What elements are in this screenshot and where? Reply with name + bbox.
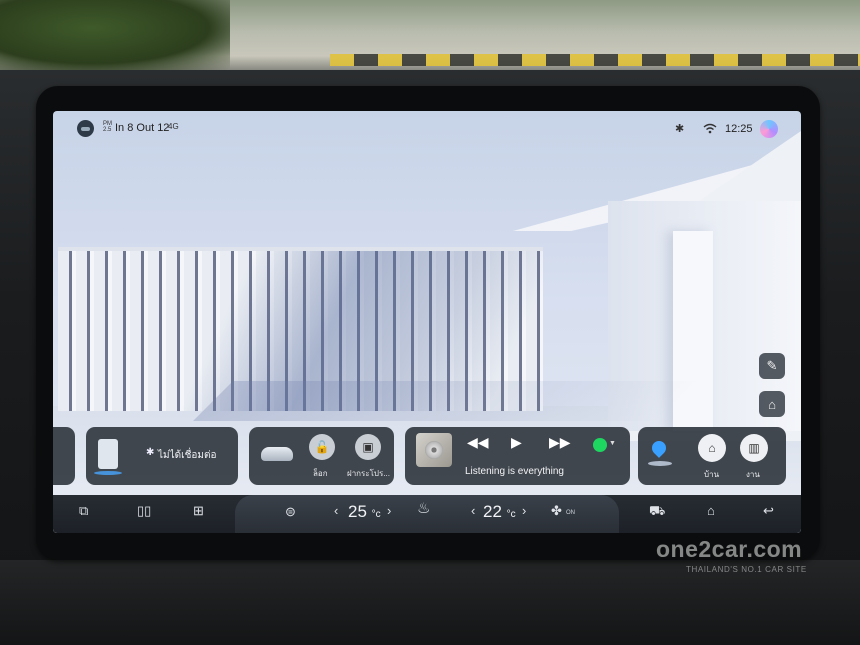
location-pin-base (648, 461, 672, 466)
work-label: งาน (746, 470, 760, 479)
app-grid-icon[interactable]: ⊞ (193, 503, 204, 519)
status-bar: PM 2.5 In 8 Out 12 4G ✱ 12:25 (53, 111, 801, 145)
edit-widget-icon[interactable]: ✎ (759, 353, 785, 379)
car-icon (261, 447, 293, 461)
front-defrost-icon[interactable]: ⊜ (285, 504, 296, 520)
lock-icon[interactable]: 🔓 (309, 434, 335, 460)
air-quality-label: PM 2.5 (103, 121, 112, 133)
next-track-icon[interactable]: ▶▶ (549, 434, 571, 451)
work-nav-icon[interactable]: ▥ (740, 434, 768, 462)
chevron-down-icon[interactable]: ▼ (609, 440, 616, 447)
spotify-icon[interactable] (593, 438, 607, 452)
car-control-widget[interactable]: 🔓 ล็อก ▣ ฝากระโปร... (249, 427, 394, 485)
album-art (416, 433, 452, 467)
cabin-temperature-readout: In 8 Out 12 (115, 122, 170, 134)
multi-window-icon[interactable]: ⧉ (79, 503, 88, 519)
lock-label: ล็อก (313, 469, 328, 478)
fan-status: ON (566, 510, 575, 516)
seat-heater-icon[interactable]: ♨ (417, 499, 430, 517)
play-icon[interactable]: ▶ (511, 434, 522, 451)
infotainment-screen: PM 2.5 In 8 Out 12 4G ✱ 12:25 ✎ ⌂ ✱ ไม่ไ… (53, 111, 801, 533)
driver-temperature: 25 °c (348, 502, 381, 522)
bluetooth-icon: ✱ (675, 123, 685, 135)
passenger-temp-unit: °c (506, 509, 516, 520)
signal-indicator: 4G (168, 122, 179, 131)
back-icon[interactable]: ↩ (763, 503, 774, 519)
windshield-view (0, 0, 860, 80)
wifi-icon (703, 123, 717, 134)
driver-temp-up[interactable]: › (387, 503, 391, 518)
passenger-temp-down[interactable]: ‹ (471, 503, 475, 518)
track-title: Listening is everything (465, 466, 564, 477)
home-screen-icon[interactable]: ⌂ (759, 391, 785, 417)
phone-icon (94, 439, 122, 475)
driver-temp-value: 25 (348, 502, 367, 521)
passenger-temp-value: 22 (483, 502, 502, 521)
driver-temp-down[interactable]: ‹ (334, 503, 338, 518)
watermark-brand: one2car.com (656, 536, 803, 562)
watermark-tagline: THAILAND'S NO.1 CAR SITE (686, 565, 807, 574)
passenger-temp-up[interactable]: › (522, 503, 526, 518)
user-avatar-icon[interactable] (77, 120, 94, 137)
media-widget[interactable]: ◀◀ ▶ ▶▶ ▼ Listening is everything (405, 427, 630, 485)
phone-widget[interactable]: ✱ ไม่ได้เชื่อมต่อ (86, 427, 238, 485)
home-nav-icon[interactable]: ⌂ (698, 434, 726, 462)
vehicle-icon[interactable]: ⛟ (649, 503, 665, 521)
widget-stub[interactable] (53, 427, 75, 485)
split-screen-icon[interactable]: ▯▯ (137, 503, 151, 519)
phone-status-label: ไม่ได้เชื่อมต่อ (158, 450, 217, 461)
previous-track-icon[interactable]: ◀◀ (467, 434, 489, 451)
passenger-temperature: 22 °c (483, 502, 516, 522)
bluetooth-small-icon: ✱ (146, 447, 155, 458)
trees (0, 0, 230, 70)
wallpaper-floor-shadow (193, 381, 703, 421)
voice-assistant-icon[interactable] (760, 120, 778, 138)
fan-icon[interactable]: ✤ (551, 503, 562, 519)
road-curb (330, 54, 860, 66)
trunk-label: ฝากระโปร... (347, 469, 390, 478)
home-label: บ้าน (704, 470, 720, 479)
clock: 12:25 (725, 123, 753, 135)
trunk-icon[interactable]: ▣ (355, 434, 381, 460)
car-interior-photo: PM 2.5 In 8 Out 12 4G ✱ 12:25 ✎ ⌂ ✱ ไม่ไ… (0, 0, 860, 645)
location-pin-icon (649, 438, 669, 458)
navigation-widget[interactable]: ⌂ บ้าน ▥ งาน (638, 427, 786, 485)
home-icon[interactable]: ⌂ (707, 503, 715, 518)
driver-temp-unit: °c (371, 509, 381, 520)
